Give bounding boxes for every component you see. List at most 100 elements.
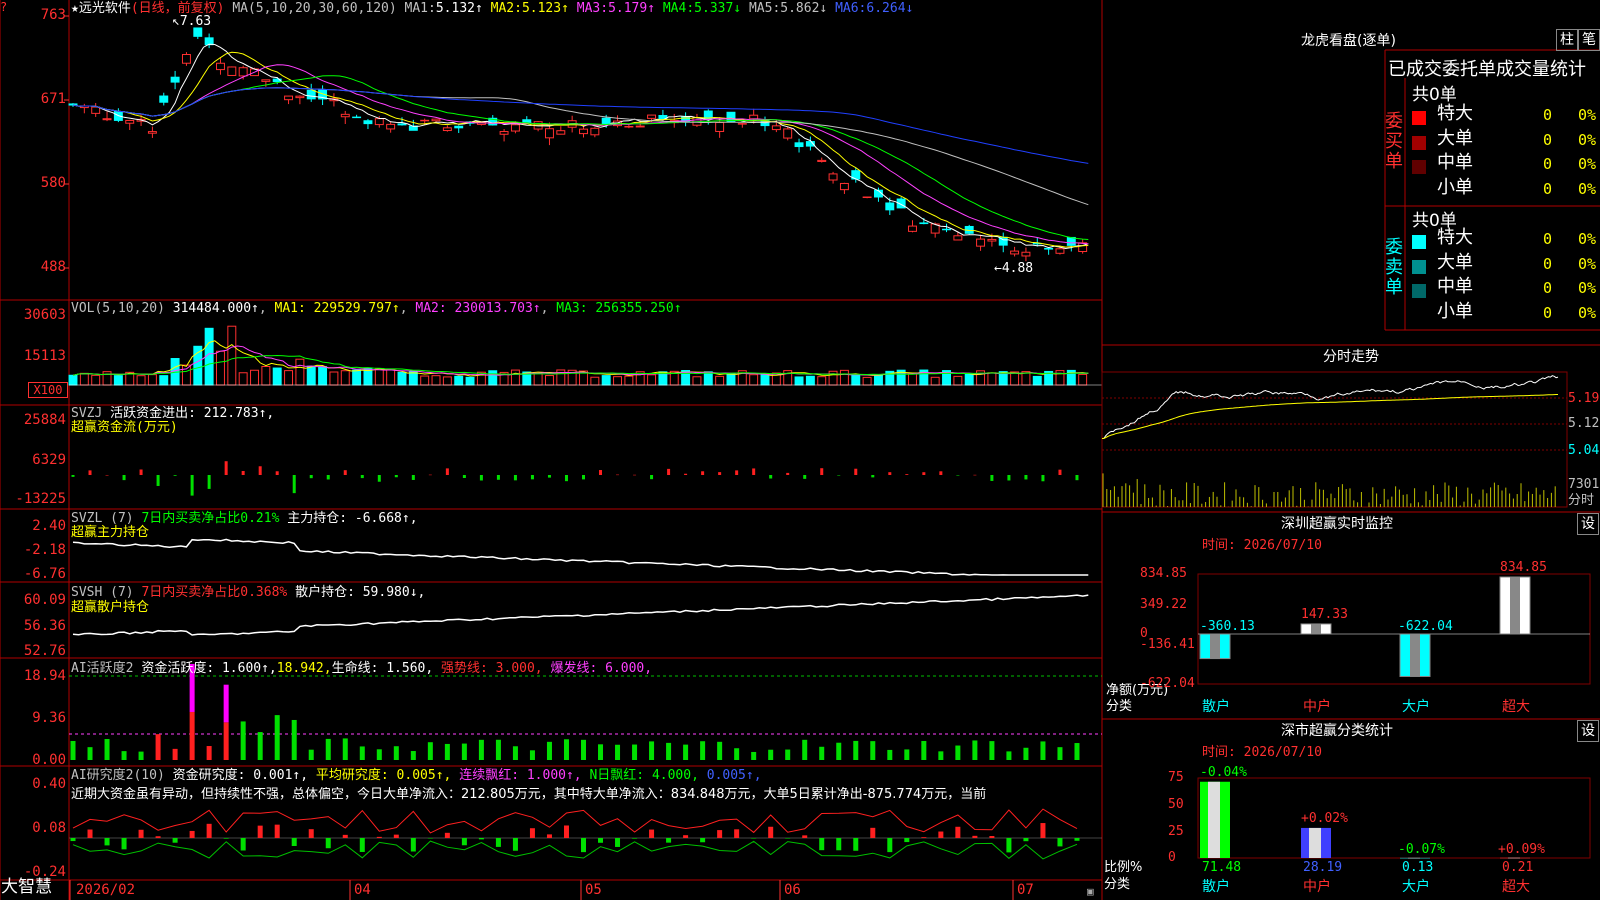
- svzj-bar: [599, 470, 603, 475]
- classify-xlabel: 分类: [1104, 877, 1131, 892]
- svzj-bar: [803, 475, 807, 479]
- svzl-axis-label: -6.76: [23, 566, 66, 582]
- volume-bar: [624, 375, 634, 386]
- svzl-ratio: 7日内买卖净占比0.21%: [141, 511, 280, 526]
- ai1-bar: [444, 743, 450, 760]
- monitor-settings-button[interactable]: 设: [1577, 513, 1599, 535]
- svzj-header: SVZJ 活跃资金进出: 212.783↑,: [71, 406, 274, 421]
- ma3-line: [72, 64, 1089, 245]
- ai2-bar: [563, 825, 569, 838]
- svzl-axis-label: 2.40: [32, 518, 66, 534]
- candle-body: [454, 125, 464, 129]
- lock-icon[interactable]: ▣: [1087, 884, 1094, 899]
- monitor-axis-label: 349.22: [1140, 597, 1187, 612]
- svzj-bar: [343, 470, 347, 475]
- volume-bar: [964, 373, 974, 386]
- svzj-bar: [105, 474, 109, 476]
- candle-body: [442, 127, 452, 132]
- monitor-bar-label: -622.04: [1398, 619, 1453, 634]
- volume-bar: [79, 372, 89, 386]
- price-axis-label: 488: [40, 259, 66, 275]
- ai1-bar: [802, 739, 808, 760]
- vol-label: VOL(5,10,20): [71, 301, 165, 316]
- intraday-frame: [1101, 371, 1568, 508]
- intraday-title: 分时走势: [1323, 349, 1379, 365]
- ai1-bar: [104, 739, 110, 760]
- svzj-bar: [939, 471, 943, 475]
- high-price-label: ↖7.63: [172, 14, 212, 29]
- svzj-bar: [241, 470, 245, 475]
- svzj-bar: [190, 475, 194, 496]
- svsh-value: 散户持仓: 59.980↓,: [295, 585, 426, 600]
- xaxis-label: 07: [1017, 882, 1034, 898]
- ai1-bar: [972, 740, 978, 760]
- ai1-axis-label: 18.94: [23, 668, 66, 684]
- intraday-axis-label: 5.120: [1568, 416, 1600, 431]
- tick-mode-button[interactable]: 笔: [1578, 29, 1600, 51]
- intraday-price-line: [1101, 375, 1559, 439]
- ai1-burst: 爆发线: 6.000,: [550, 661, 653, 676]
- svzj-bar: [990, 475, 994, 481]
- svzj-bar: [564, 475, 568, 482]
- ai1-bar: [529, 750, 535, 760]
- classify-axis-label: 0: [1168, 850, 1176, 865]
- candle-body: [68, 103, 78, 106]
- order-color-swatch: [1412, 134, 1426, 154]
- low-price-value: 4.88: [1001, 261, 1034, 276]
- volume-bar: [817, 376, 827, 386]
- order-count: 0: [1543, 106, 1553, 124]
- buy-total: 共0单: [1412, 85, 1457, 105]
- order-count: 0: [1543, 179, 1553, 198]
- brand-logo: 大智慧: [1, 877, 52, 897]
- bar-mode-button[interactable]: 柱: [1556, 29, 1578, 51]
- order-percent: 0%: [1578, 279, 1597, 297]
- high-price-value: 7.63: [179, 14, 212, 29]
- classify-settings-button[interactable]: 设: [1577, 720, 1599, 742]
- main-chart-canvas[interactable]: [0, 0, 1600, 900]
- svzj-bar: [769, 475, 773, 479]
- classify-change-label: +0.09%: [1498, 842, 1545, 857]
- volume-bar: [760, 373, 770, 386]
- svzj-bar: [326, 475, 330, 480]
- candle-body: [170, 76, 180, 83]
- candle-body: [1055, 248, 1065, 254]
- svsh-label: SVSH (7): [71, 585, 134, 600]
- monitor-bar-label: 147.33: [1301, 606, 1348, 622]
- order-count: 0: [1543, 230, 1553, 248]
- ai1-bar: [1006, 751, 1012, 760]
- ai2-bar: [87, 829, 93, 838]
- ai1-bar: [478, 739, 484, 760]
- vol-unit-badge[interactable]: X100: [28, 382, 68, 398]
- stock-name[interactable]: 远光软件: [79, 1, 131, 16]
- ai1-bar: [274, 715, 280, 760]
- vol-axis-label: 30603: [23, 307, 66, 323]
- order-count: 0: [1543, 155, 1553, 173]
- lhb-title: 龙虎看盘(逐单): [1301, 33, 1396, 49]
- ai2-avg: 平均研究度: 0.005↑,: [315, 768, 452, 783]
- candle-body: [635, 125, 645, 128]
- candle-body: [193, 27, 203, 37]
- candle-body: [885, 202, 895, 211]
- ai2-bar: [955, 826, 961, 838]
- volume-bar: [749, 374, 759, 386]
- ai2-bar: [768, 826, 774, 838]
- ai1-bar: [921, 740, 927, 760]
- classify-bar-stripe: [1408, 857, 1420, 859]
- candle-body: [771, 125, 781, 131]
- ai2-bar: [734, 829, 740, 838]
- monitor-xlabel: 分类: [1106, 699, 1133, 714]
- classify-axis-label: 75: [1168, 770, 1184, 785]
- order-count: 0: [1543, 254, 1553, 273]
- volume-bar: [1078, 373, 1088, 386]
- volume-bar: [68, 374, 78, 386]
- intraday-vol-label: 7301: [1568, 477, 1600, 492]
- help-icon[interactable]: ?: [0, 0, 7, 15]
- svsh-axis-label: 56.36: [23, 618, 66, 634]
- monitor-bar-stripe: [1510, 577, 1520, 634]
- svzl-value: 主力持仓: -6.668↑,: [287, 511, 418, 526]
- ai1-bar: [512, 746, 518, 760]
- svsh-axis-label: 60.09: [23, 592, 66, 608]
- ai2-bar: [376, 836, 382, 838]
- ai1-peak-bar: [223, 684, 229, 723]
- ai1-header: AI活跃度2 资金活跃度: 1.600↑,18.942,生命线: 1.560, …: [71, 661, 652, 676]
